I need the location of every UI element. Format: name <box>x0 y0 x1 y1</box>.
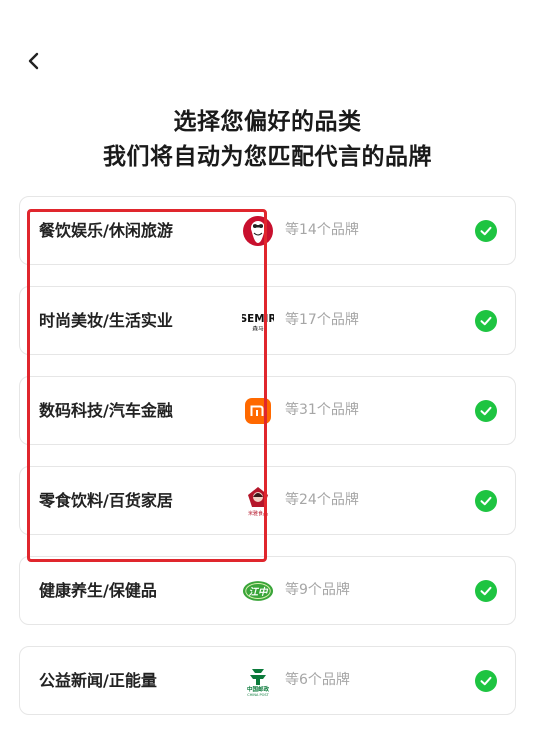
svg-text:CHINA POST: CHINA POST <box>247 693 269 697</box>
china-post-logo: 中国邮政 CHINA POST <box>242 665 274 697</box>
brand-count: 等6个品牌 <box>285 672 350 688</box>
check-icon[interactable] <box>475 580 497 602</box>
svg-text:SEMIR: SEMIR <box>242 313 274 325</box>
jiangzhong-logo: 江中 <box>242 575 274 607</box>
page-title: 选择您偏好的品类 <box>173 109 362 135</box>
check-icon[interactable] <box>475 220 497 242</box>
check-icon[interactable] <box>475 400 497 422</box>
brand-count: 等31个品牌 <box>285 402 359 418</box>
brand-count: 等14个品牌 <box>285 222 359 238</box>
svg-text:米雅食品: 米雅食品 <box>248 510 268 517</box>
svg-text:中国邮政: 中国邮政 <box>247 685 270 693</box>
category-card-digital-auto[interactable]: 数码科技/汽车金融 等31个品牌 <box>19 376 516 445</box>
category-card-public-welfare[interactable]: 公益新闻/正能量 中国邮政 CHINA POST 等6个品牌 <box>19 646 516 715</box>
page-subtitle: 我们将自动为您匹配代言的品牌 <box>103 144 432 170</box>
category-label: 数码科技/汽车金融 <box>39 401 173 420</box>
category-label: 公益新闻/正能量 <box>39 671 157 690</box>
brand-count: 等17个品牌 <box>285 312 359 328</box>
category-card-fashion-beauty[interactable]: 时尚美妆/生活实业 SEMIR 森马 等17个品牌 <box>19 286 516 355</box>
category-label: 时尚美妆/生活实业 <box>39 311 173 330</box>
semir-logo: SEMIR 森马 <box>242 305 274 337</box>
svg-text:森马: 森马 <box>252 324 264 332</box>
category-list: 餐饮娱乐/休闲旅游 等14个品牌 时尚美妆/生活实业 SEMIR 森马 <box>19 196 516 736</box>
svg-text:江中: 江中 <box>249 586 269 598</box>
check-icon[interactable] <box>475 670 497 692</box>
check-icon[interactable] <box>475 490 497 512</box>
brand-count: 等9个品牌 <box>285 582 350 598</box>
xiaomi-logo <box>242 395 274 427</box>
category-label: 零食饮料/百货家居 <box>39 491 173 510</box>
kfc-logo <box>242 215 274 247</box>
category-card-dining-leisure[interactable]: 餐饮娱乐/休闲旅游 等14个品牌 <box>19 196 516 265</box>
chevron-left-icon <box>28 52 39 70</box>
category-card-snacks-home[interactable]: 零食饮料/百货家居 米雅食品 等24个品牌 <box>19 466 516 535</box>
back-button[interactable] <box>20 47 48 75</box>
category-label: 餐饮娱乐/休闲旅游 <box>39 221 173 240</box>
food-brand-logo: 米雅食品 <box>242 485 274 517</box>
brand-count: 等24个品牌 <box>285 492 359 508</box>
check-icon[interactable] <box>475 310 497 332</box>
category-card-health[interactable]: 健康养生/保健品 江中 等9个品牌 <box>19 556 516 625</box>
category-label: 健康养生/保健品 <box>39 581 157 600</box>
